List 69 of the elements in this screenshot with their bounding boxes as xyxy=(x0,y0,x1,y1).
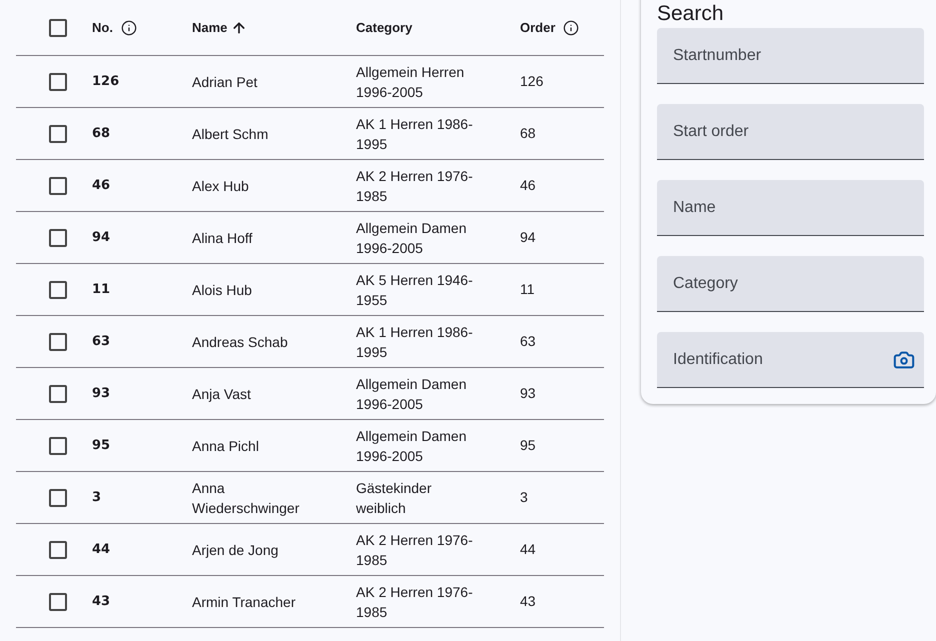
participant-name: Anja Vast xyxy=(192,386,251,402)
column-header[interactable]: Category xyxy=(356,18,412,38)
search-field[interactable]: Startnumber xyxy=(657,28,924,84)
checkbox[interactable] xyxy=(49,540,67,558)
checkbox[interactable] xyxy=(49,436,67,454)
checkbox[interactable] xyxy=(49,384,67,402)
participant-name: Armin Tranacher xyxy=(192,594,296,610)
category-text: AK 2 Herren 1976-1985 xyxy=(356,168,473,204)
start-number: 95 xyxy=(92,438,110,453)
order-number: 95 xyxy=(520,437,536,453)
category-text: AK 2 Herren 1976-1985 xyxy=(356,584,473,620)
order-number: 46 xyxy=(520,177,536,193)
search-field[interactable]: Identification xyxy=(657,332,924,388)
participant-name: Anna Wiederschwinger xyxy=(192,480,300,516)
category-text: AK 2 Herren 1976-1985 xyxy=(356,532,473,568)
order-number: 126 xyxy=(520,73,544,89)
category-text: Allgemein Damen 1996-2005 xyxy=(356,376,466,412)
column-header[interactable]: Order xyxy=(520,18,556,38)
category-text: AK 1 Herren 1986-1995 xyxy=(356,324,473,360)
start-number: 126 xyxy=(92,74,120,89)
category-text: AK 5 Herren 1946-1955 xyxy=(356,272,473,308)
participant-name: Albert Schm xyxy=(192,126,268,142)
start-number: 46 xyxy=(92,178,110,193)
checkbox[interactable] xyxy=(49,18,67,36)
checkbox[interactable] xyxy=(49,592,67,610)
start-number: 3 xyxy=(92,490,102,505)
column-header[interactable]: Name xyxy=(192,18,228,38)
column-header[interactable]: No. xyxy=(92,18,113,38)
search-field[interactable]: Name xyxy=(657,180,924,236)
participant-name: Alois Hub xyxy=(192,282,252,298)
start-number: 11 xyxy=(92,282,110,297)
category-text: Allgemein Herren 1996-2005 xyxy=(356,64,464,100)
camera-icon[interactable] xyxy=(893,349,915,371)
checkbox[interactable] xyxy=(49,176,67,194)
checkbox[interactable] xyxy=(49,72,67,90)
participant-name: Alina Hoff xyxy=(192,230,252,246)
checkbox[interactable] xyxy=(49,124,67,142)
category-text: Allgemein Damen 1996-2005 xyxy=(356,428,466,464)
participant-name: Adrian Pet xyxy=(192,74,258,90)
info-icon[interactable] xyxy=(563,20,580,36)
info-icon[interactable] xyxy=(120,20,137,36)
order-number: 93 xyxy=(520,385,536,401)
start-number: 93 xyxy=(92,386,110,401)
order-number: 63 xyxy=(520,333,536,349)
start-number: 68 xyxy=(92,126,110,141)
checkbox[interactable] xyxy=(49,332,67,350)
category-text: Gästekinder weiblich xyxy=(356,480,432,516)
participant-name: Alex Hub xyxy=(192,178,249,194)
checkbox[interactable] xyxy=(49,280,67,298)
start-number: 63 xyxy=(92,334,110,349)
checkbox[interactable] xyxy=(49,488,67,506)
search-field[interactable]: Start order xyxy=(657,104,924,160)
start-number: 43 xyxy=(92,594,110,609)
order-number: 3 xyxy=(520,489,528,505)
search-title: Search xyxy=(657,1,724,27)
checkbox[interactable] xyxy=(49,228,67,246)
participant-name: Arjen de Jong xyxy=(192,542,278,558)
order-number: 44 xyxy=(520,541,536,557)
order-number: 94 xyxy=(520,229,536,245)
order-number: 11 xyxy=(520,281,535,297)
start-number: 44 xyxy=(92,542,110,557)
participant-name: Andreas Schab xyxy=(192,334,288,350)
category-text: Allgemein Damen 1996-2005 xyxy=(356,220,466,256)
category-text: AK 1 Herren 1986-1995 xyxy=(356,116,473,152)
participant-name: Anna Pichl xyxy=(192,438,259,454)
search-field[interactable]: Category xyxy=(657,256,924,312)
start-number: 94 xyxy=(92,230,110,245)
order-number: 43 xyxy=(520,593,536,609)
order-number: 68 xyxy=(520,125,536,141)
